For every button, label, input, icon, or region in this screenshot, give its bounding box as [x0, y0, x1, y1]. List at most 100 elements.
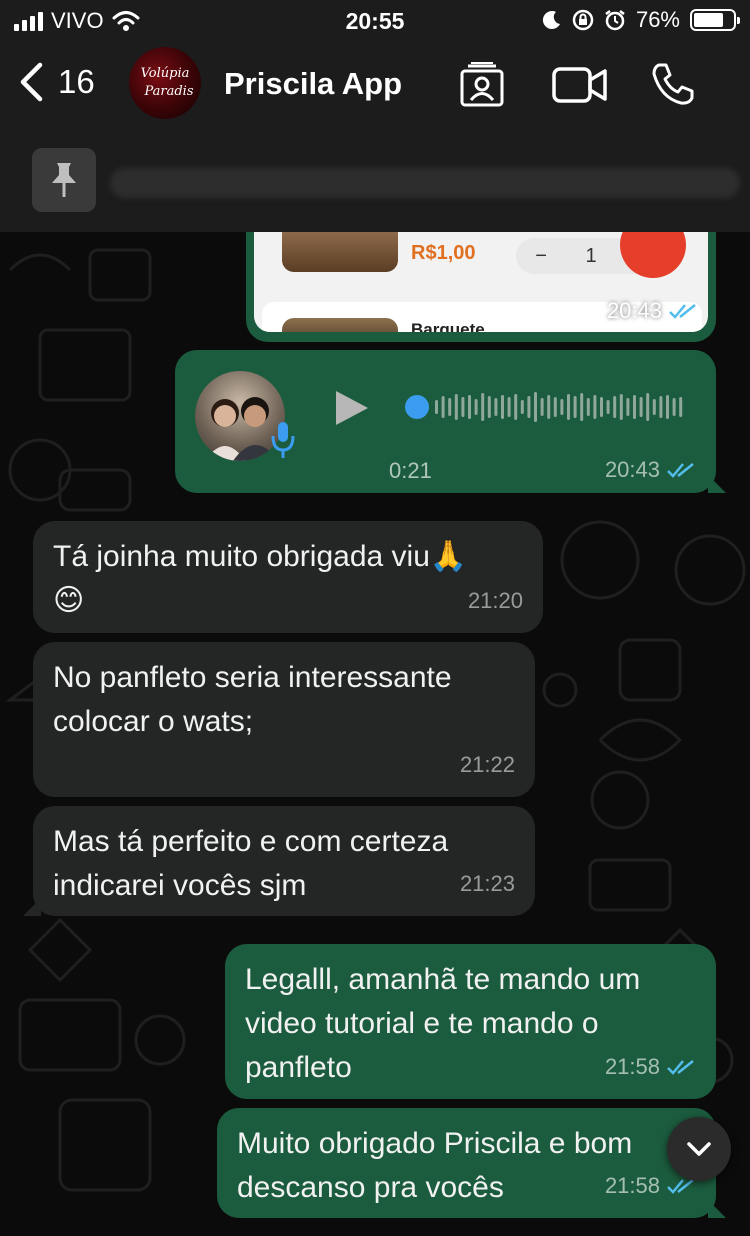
message-text-line: No panfleto seria interessante [53, 661, 452, 694]
waveform-bar [540, 398, 544, 416]
time-label: 20:43 [606, 298, 662, 323]
waveform-bar [600, 397, 603, 417]
waveform-bar [580, 393, 584, 421]
waveform-bar [527, 396, 531, 418]
waveform-bar [487, 396, 491, 418]
product-price: R$1,00 [411, 242, 476, 264]
outgoing-message[interactable]: Legalll, amanhã te mando um video tutori… [225, 944, 716, 1099]
scroll-to-bottom-button[interactable] [667, 1117, 731, 1181]
message-text-line: Legalll, amanhã te mando um [245, 963, 641, 996]
waveform-bar [494, 398, 498, 416]
message-text-line: Tá joinha muito obrigada viu🙏 [53, 540, 468, 573]
waveform-bar [514, 394, 518, 420]
volupia-paradis-logo: Volúpia Paradis [141, 66, 194, 99]
audio-waveform[interactable] [405, 390, 685, 424]
incoming-message[interactable]: Mas tá perfeito e com certeza indicarei … [23, 806, 535, 916]
svg-text:Volúpia: Volúpia [141, 66, 190, 81]
waveform-bar [666, 395, 669, 419]
microphone-icon [271, 422, 295, 458]
bubble-tail [708, 475, 726, 493]
waveform-bar [507, 397, 511, 417]
read-ticks-icon [667, 1060, 694, 1075]
moon-icon [542, 11, 560, 30]
video-call-icon[interactable] [552, 66, 608, 104]
phone-icon[interactable] [651, 62, 695, 106]
waveform-bar [573, 396, 577, 418]
battery-percent: 76% [635, 7, 680, 32]
chevron-left-icon [20, 62, 43, 102]
waveform-bar [619, 394, 623, 420]
waveform-bar [586, 398, 590, 416]
pin-glyph [52, 163, 76, 197]
waveform-bar [461, 397, 465, 417]
waveform-bar [659, 396, 663, 418]
read-ticks-icon [667, 463, 694, 478]
time-label: 20:43 [604, 457, 660, 482]
waveform-bar [593, 395, 597, 419]
waveform-bar [553, 397, 557, 417]
waveform-bar [474, 399, 478, 415]
time-label: 21:58 [604, 1173, 660, 1198]
pinned-message-bar[interactable] [0, 132, 750, 232]
battery-icon [690, 9, 740, 31]
image-message[interactable]: R$1,00 − 1 + Barguete 20:43 [246, 232, 716, 342]
waveform-bar [501, 395, 504, 419]
read-ticks-icon [669, 304, 696, 319]
food-thumbnail-2 [282, 318, 398, 332]
outgoing-message[interactable]: Muito obrigado Priscila e bom descanso p… [217, 1108, 716, 1218]
waveform-bar [454, 394, 458, 420]
message-text-line: indicarei vocês sjm [53, 869, 307, 902]
waveform-bar [441, 396, 445, 418]
waveform-bar [672, 398, 676, 416]
quantity-value: 1 [585, 244, 597, 267]
play-icon[interactable] [332, 388, 372, 428]
waveform-bar [652, 399, 656, 415]
status-right: 76% [542, 7, 740, 33]
incoming-message[interactable]: No panfleto seria interessante colocar o… [33, 642, 535, 797]
waveform-bar [547, 395, 551, 419]
bubble-tail [23, 898, 41, 916]
product-name: Barguete [411, 320, 485, 332]
waveform-bar [468, 395, 471, 419]
waveform-bar [520, 400, 524, 414]
pinned-text-redacted [110, 168, 740, 198]
bubble-tail [708, 1200, 726, 1218]
food-thumbnail [282, 232, 398, 272]
waveform-bar [567, 394, 570, 420]
message-text-line: colocar o wats; [53, 705, 254, 738]
voice-message[interactable]: 0:21 20:43 [175, 350, 726, 493]
message-time: 21:23 [459, 871, 515, 896]
back-button[interactable]: 16 [18, 62, 95, 102]
waveform-bar [481, 393, 485, 421]
waveform-bar [626, 398, 630, 416]
rotation-lock-icon [572, 9, 594, 31]
message-time: 21:20 [467, 588, 523, 613]
contact-avatar[interactable]: Volúpia Paradis [129, 47, 201, 119]
svg-text:Paradis: Paradis [143, 84, 193, 99]
chevron-down-icon [687, 1142, 711, 1156]
message-text-line: 😊 [53, 584, 85, 617]
minus-label: − [535, 244, 547, 267]
contact-name[interactable]: Priscila App [224, 66, 402, 102]
waveform-bar [613, 396, 617, 418]
message-time: 21:22 [459, 752, 515, 777]
waveform-bar [633, 395, 636, 419]
message-time: 20:43 [605, 457, 696, 483]
incoming-message[interactable]: Tá joinha muito obrigada viu🙏 😊 21:20 [33, 521, 543, 633]
status-bar: VIVO 20:55 76% [0, 0, 750, 44]
waveform-bar [646, 393, 650, 421]
time-label: 21:58 [604, 1054, 660, 1079]
message-text-line: video tutorial e te mando o [245, 1007, 599, 1040]
waveform-bar [606, 400, 610, 414]
waveform-bar [534, 392, 537, 422]
waveform-bar [639, 397, 643, 417]
message-text-line: Muito obrigado Priscila e bom [237, 1127, 633, 1160]
waveform-bar [448, 398, 452, 416]
waveform-bar [560, 399, 564, 415]
contact-card-icon[interactable] [459, 62, 505, 108]
unread-count: 16 [58, 63, 95, 100]
voice-duration: 0:21 [389, 458, 432, 483]
message-text-line: Mas tá perfeito e com certeza [53, 825, 449, 858]
pin-icon [32, 148, 96, 212]
waveform-bar [679, 397, 683, 417]
